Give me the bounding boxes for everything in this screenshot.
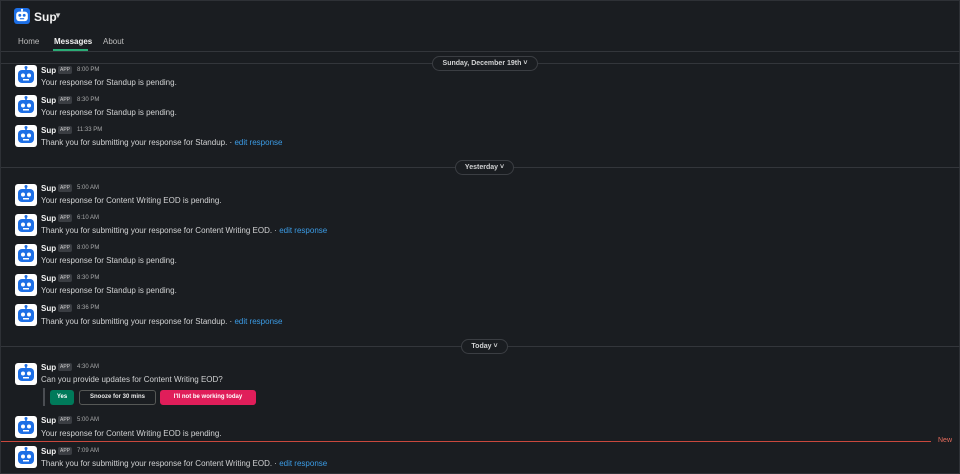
sender-name[interactable]: Sup (41, 126, 56, 135)
app-window: Sup ▼ Home Messages About Sunday, Decemb… (0, 0, 960, 474)
tab-home[interactable]: Home (18, 37, 39, 46)
timestamp[interactable]: 8:00 PM (77, 245, 99, 251)
message-body: Thank you for submitting your response f… (41, 459, 280, 468)
sender-name[interactable]: Sup (41, 96, 56, 105)
edit-response-link[interactable]: edit response (279, 459, 327, 468)
timestamp[interactable]: 8:30 PM (77, 97, 99, 103)
message-text: Thank you for submitting your response f… (41, 459, 327, 468)
avatar[interactable] (15, 95, 37, 117)
app-badge: APP (58, 304, 73, 312)
timestamp[interactable]: 8:00 PM (77, 67, 99, 73)
date-pill[interactable]: Today ˅ (461, 339, 508, 354)
date-pill[interactable]: Yesterday ˅ (455, 160, 514, 175)
sender-name[interactable]: Sup (41, 66, 56, 75)
sender-name[interactable]: Sup (41, 304, 56, 313)
sender-name[interactable]: Sup (41, 416, 56, 425)
avatar[interactable] (15, 446, 37, 468)
timestamp[interactable]: 7:09 AM (77, 448, 99, 454)
message-text: Your response for Content Writing EOD is… (41, 429, 222, 438)
message-text: Can you provide updates for Content Writ… (41, 375, 223, 384)
app-header: Sup ▼ (1, 1, 960, 33)
app-badge: APP (58, 214, 73, 222)
timestamp[interactable]: 4:30 AM (77, 364, 99, 370)
avatar[interactable] (15, 65, 37, 87)
chevron-down-icon: ˅ (499, 164, 505, 171)
avatar[interactable] (15, 125, 37, 147)
app-badge: APP (58, 363, 73, 371)
timestamp[interactable]: 8:36 PM (77, 305, 99, 311)
message-text: Thank you for submitting your response f… (41, 138, 282, 147)
edit-response-link[interactable]: edit response (234, 138, 282, 147)
tab-bar: Home Messages About (1, 33, 960, 52)
message-text: Your response for Standup is pending. (41, 256, 177, 265)
edit-response-link[interactable]: edit response (279, 226, 327, 235)
tab-about[interactable]: About (103, 37, 124, 46)
message-text: Thank you for submitting your response f… (41, 317, 282, 326)
tab-messages[interactable]: Messages (54, 37, 92, 46)
sender-name[interactable]: Sup (41, 184, 56, 193)
message-text: Your response for Standup is pending. (41, 286, 177, 295)
timestamp[interactable]: 8:30 PM (77, 275, 99, 281)
sender-name[interactable]: Sup (41, 274, 56, 283)
message-body: Thank you for submitting your response f… (41, 138, 235, 147)
date-label: Sunday, December 19th (442, 60, 522, 67)
avatar[interactable] (15, 304, 37, 326)
timestamp[interactable]: 5:00 AM (77, 417, 99, 423)
message-text: Your response for Content Writing EOD is… (41, 196, 222, 205)
app-badge: APP (58, 66, 73, 74)
avatar[interactable] (15, 274, 37, 296)
date-label: Yesterday (464, 164, 499, 171)
timestamp[interactable]: 6:10 AM (77, 215, 99, 221)
new-messages-divider (1, 441, 931, 442)
app-badge: APP (58, 126, 73, 134)
timestamp[interactable]: 5:00 AM (77, 185, 99, 191)
avatar[interactable] (15, 184, 37, 206)
sender-name[interactable]: Sup (41, 244, 56, 253)
message-body: Thank you for submitting your response f… (41, 317, 235, 326)
chevron-down-icon[interactable]: ▼ (54, 11, 62, 20)
sender-name[interactable]: Sup (41, 214, 56, 223)
avatar[interactable] (15, 214, 37, 236)
sender-name[interactable]: Sup (41, 363, 56, 372)
active-tab-indicator (53, 49, 88, 51)
not-working-button[interactable]: I'll not be working today (160, 390, 256, 405)
avatar[interactable] (15, 363, 37, 385)
timestamp[interactable]: 11:33 PM (77, 127, 102, 133)
app-badge: APP (58, 244, 73, 252)
avatar[interactable] (15, 416, 37, 438)
sup-bot-icon[interactable] (14, 8, 30, 24)
app-badge: APP (58, 96, 73, 104)
date-label: Today (471, 343, 492, 350)
chevron-down-icon: ˅ (523, 60, 528, 67)
new-messages-label: New (938, 437, 953, 444)
message-text: Your response for Standup is pending. (41, 108, 177, 117)
app-badge: APP (58, 447, 73, 455)
date-pill[interactable]: Sunday, December 19th ˅ (432, 56, 538, 71)
snooze-button[interactable]: Snooze for 30 mins (79, 390, 156, 405)
app-badge: APP (58, 416, 73, 424)
message-text: Your response for Standup is pending. (41, 78, 177, 87)
edit-response-link[interactable]: edit response (234, 317, 282, 326)
avatar[interactable] (15, 244, 37, 266)
app-badge: APP (58, 274, 73, 282)
message-body: Thank you for submitting your response f… (41, 226, 280, 235)
message-text: Thank you for submitting your response f… (41, 226, 327, 235)
app-badge: APP (58, 184, 73, 192)
yes-button[interactable]: Yes (50, 390, 74, 405)
chevron-down-icon: ˅ (493, 343, 498, 350)
sender-name[interactable]: Sup (41, 447, 56, 456)
actions-bar (43, 388, 45, 406)
